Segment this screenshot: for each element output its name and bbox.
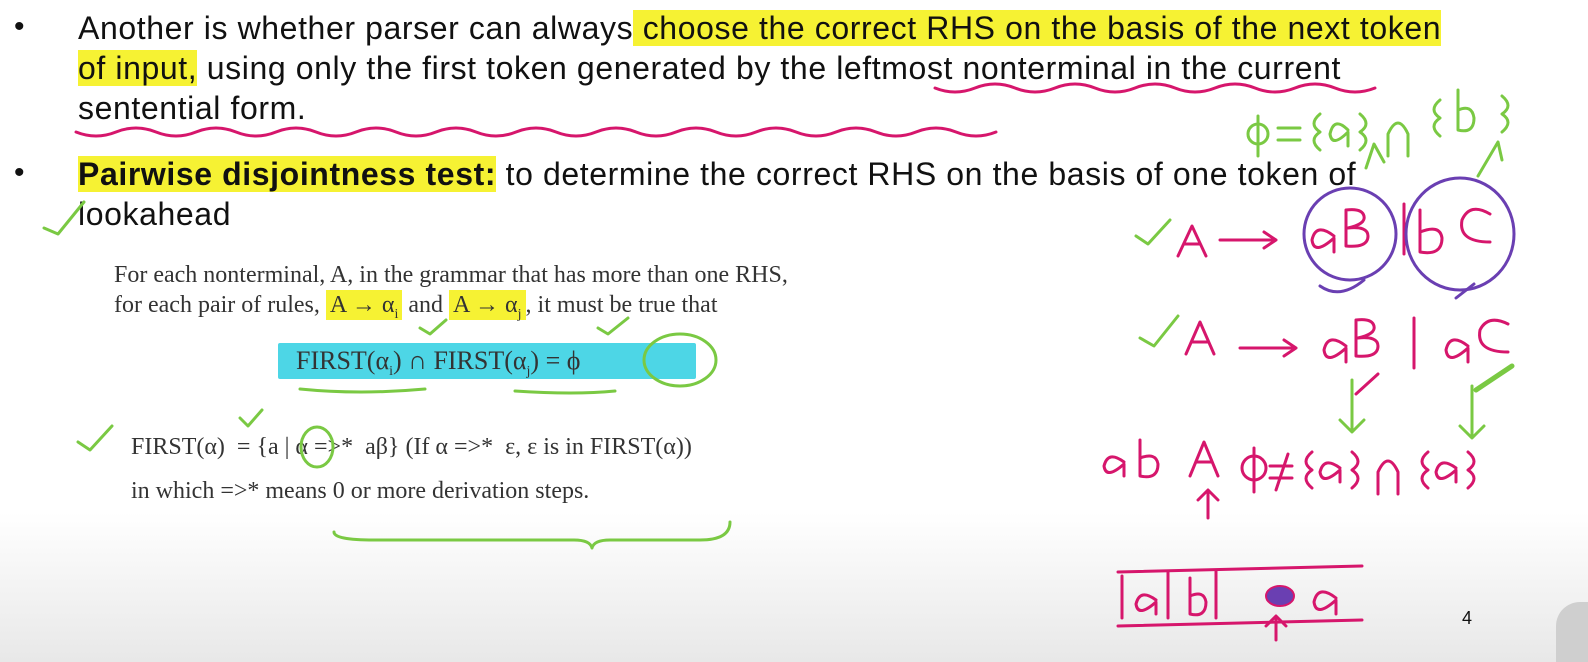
check-mark-rule-j [596, 316, 630, 336]
check-mark-definition [76, 424, 114, 452]
rule-annotation-2 [1184, 316, 1510, 370]
purple-arrow-1 [1318, 278, 1366, 294]
phi-eq-annotation [1246, 88, 1510, 178]
check-mark-rule-2 [1138, 314, 1180, 348]
circle-bC [1404, 176, 1516, 292]
slide: • Another is whether parser can always c… [0, 0, 1588, 662]
check-mark-rule-1 [1134, 218, 1172, 246]
wavy-underline-2 [74, 126, 998, 138]
arrow-down-1 [1338, 378, 1366, 434]
circle-a [299, 425, 335, 469]
check-mark-bullet-2 [42, 200, 86, 236]
circle-phi [642, 332, 718, 388]
string-annotation [1102, 438, 1476, 520]
green-tick-2 [1473, 363, 1515, 393]
rule-annotation-1 [1176, 202, 1492, 258]
handwriting-annotations [42, 82, 1516, 642]
check-mark-alpha [238, 408, 264, 428]
underline-first-i [298, 387, 427, 394]
wavy-underline-1 [933, 82, 1377, 94]
circle-aB [1302, 186, 1398, 282]
underline-first-j [513, 389, 617, 395]
input-tape-annotation [1116, 564, 1364, 642]
scribble [1265, 585, 1295, 607]
magenta-tick-1 [1354, 372, 1380, 396]
curly-brace [332, 520, 732, 550]
arrow-down-2 [1458, 384, 1486, 440]
check-mark-rule-i [418, 318, 448, 336]
